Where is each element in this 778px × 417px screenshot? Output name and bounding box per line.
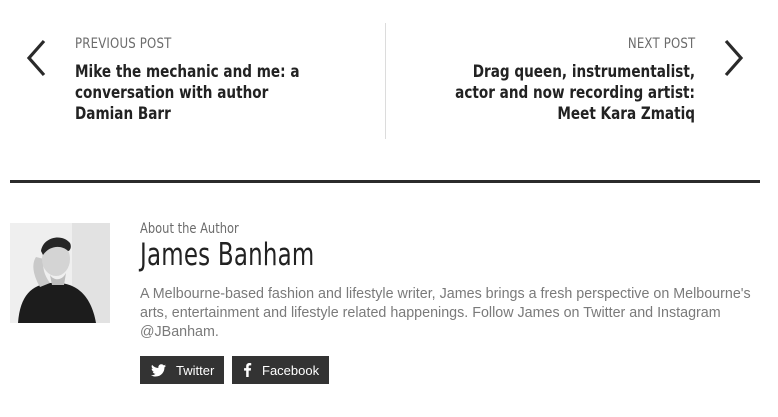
chevron-left-icon: [24, 38, 52, 78]
previous-post-kicker: PREVIOUS POST: [75, 36, 172, 52]
facebook-label: Facebook: [262, 362, 320, 378]
facebook-button[interactable]: Facebook: [232, 356, 329, 384]
author-bio: A Melbourne-based fashion and lifestyle …: [140, 286, 751, 340]
previous-post-title: Mike the mechanic and me: a conversation…: [75, 62, 300, 124]
facebook-icon: [243, 363, 252, 377]
author-name: James Banham: [140, 237, 315, 273]
next-post-title: Drag queen, instrumentalist, actor and n…: [455, 62, 695, 124]
next-post-link[interactable]: NEXT POST Drag queen, instrumentalist, a…: [386, 0, 778, 150]
author-box: About the Author James Banham A Melbourn…: [0, 183, 778, 417]
twitter-label: Twitter: [176, 362, 215, 378]
author-avatar: [10, 223, 110, 323]
post-navigation: PREVIOUS POST Mike the mechanic and me: …: [0, 0, 778, 150]
twitter-icon: [151, 363, 166, 377]
next-post-kicker: NEXT POST: [627, 36, 695, 52]
twitter-button[interactable]: Twitter: [140, 356, 224, 384]
chevron-right-icon: [718, 38, 746, 78]
previous-post-link[interactable]: PREVIOUS POST Mike the mechanic and me: …: [0, 0, 385, 150]
